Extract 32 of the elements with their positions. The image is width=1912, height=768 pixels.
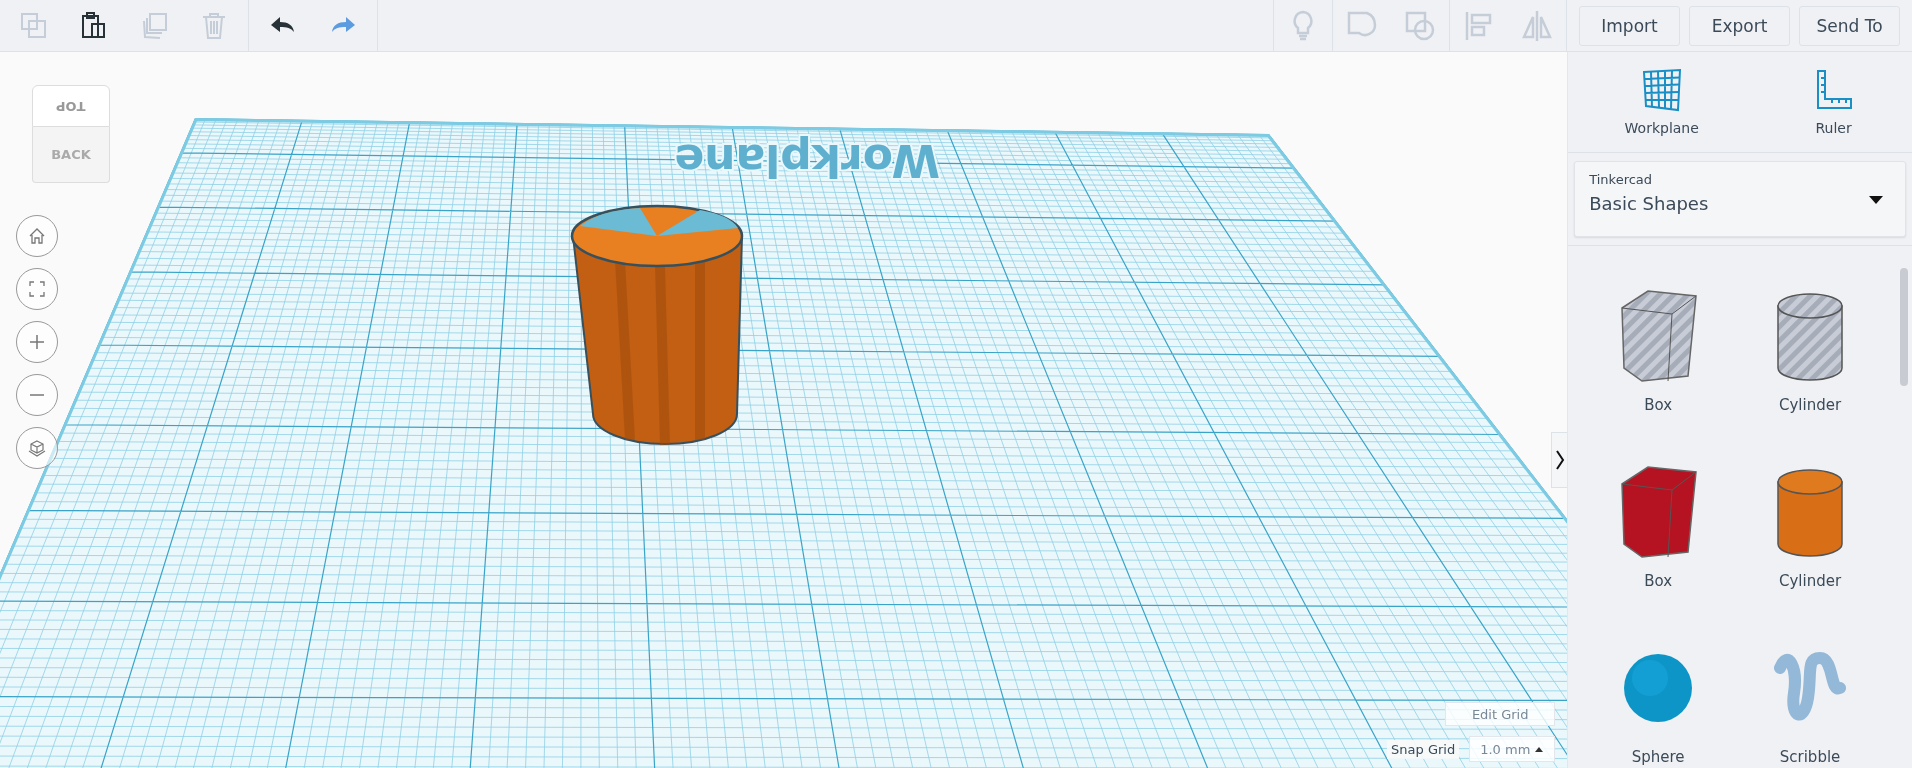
fit-view-button[interactable]	[16, 268, 58, 310]
mirror-icon	[1520, 8, 1554, 43]
edit-grid-button[interactable]: Edit Grid	[1445, 702, 1556, 726]
fit-frame-icon	[28, 280, 46, 298]
toolbar-button[interactable]: Send To	[1799, 5, 1900, 46]
shape-tile[interactable]: Box	[1582, 252, 1735, 428]
shape-tile[interactable]: Cylinder	[1734, 428, 1886, 604]
snap-grid-dropdown[interactable]: 1.0 mm	[1469, 736, 1556, 762]
ruler-tool-button[interactable]: Ruler	[1805, 67, 1862, 137]
caret-down-icon	[1869, 196, 1883, 204]
view-mode-button[interactable]	[16, 427, 58, 469]
chevron-right-icon	[1554, 449, 1565, 471]
caret-up-icon	[1534, 745, 1545, 753]
minus-icon	[30, 394, 44, 396]
workplane-label: Workplane	[674, 135, 940, 186]
scrollbar-thumb[interactable]	[1900, 268, 1908, 386]
shape-tile[interactable]: Box	[1582, 428, 1735, 604]
shape-tile[interactable]: Sphere	[1582, 604, 1735, 768]
zoom-in-button[interactable]	[16, 321, 58, 363]
shape-tile[interactable]: Scribble	[1734, 604, 1886, 768]
shape-library-dropdown[interactable]: Tinkercad Basic Shapes	[1574, 161, 1906, 237]
zoom-out-button[interactable]	[16, 374, 58, 416]
panel-collapse-button[interactable]	[1551, 432, 1568, 488]
workplane-tool-button[interactable]: Workplane	[1618, 67, 1705, 137]
home-icon	[28, 227, 46, 245]
shape-tile[interactable]: Cylinder	[1734, 252, 1886, 428]
home-view-button[interactable]	[16, 215, 58, 257]
plus-icon	[28, 333, 46, 351]
cube-icon	[28, 439, 46, 457]
toolbar-button[interactable]: Import	[1579, 5, 1680, 46]
toolbar-button[interactable]: Export	[1689, 5, 1790, 46]
copy-icon	[19, 10, 49, 41]
